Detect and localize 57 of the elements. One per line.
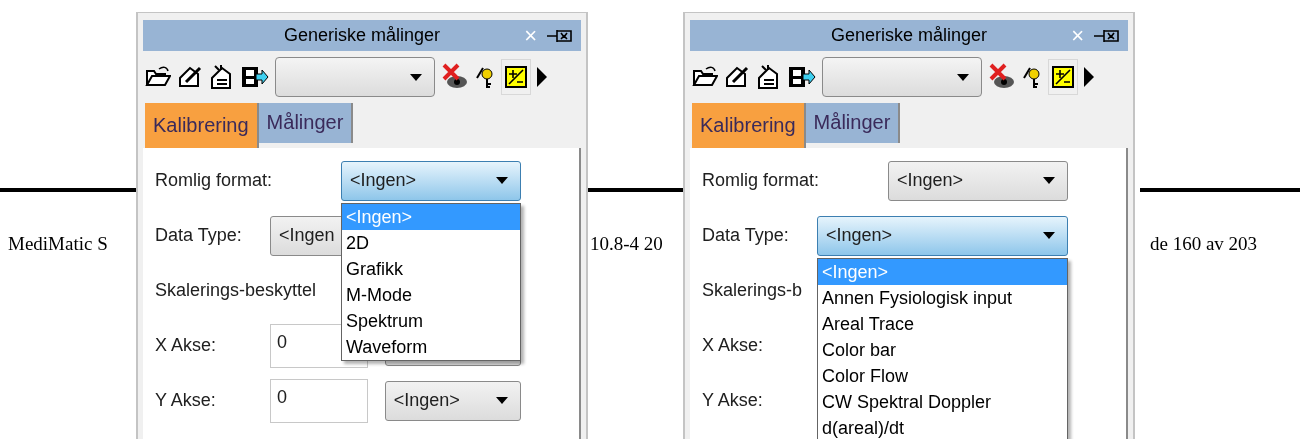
dropdown-field[interactable]: <Ingen>: [817, 215, 1068, 256]
window-title: Generiske målinger: [830, 24, 988, 47]
eye-cross-icon[interactable]: [988, 63, 1016, 91]
tab[interactable]: Kalibrering: [145, 103, 259, 148]
folder-icon[interactable]: [692, 65, 718, 89]
field-label: Data Type:: [155, 224, 243, 247]
field-label: Skalerings-beskyttel: [155, 279, 317, 302]
plus-minus-icon: [505, 66, 527, 88]
caret-icon: [496, 397, 508, 404]
caret-icon: [1043, 232, 1055, 239]
arrow-right-icon[interactable]: [537, 67, 547, 87]
eye-cross-icon[interactable]: [441, 63, 469, 91]
tab[interactable]: Målinger: [805, 103, 901, 143]
toolbar-toggle[interactable]: [1048, 59, 1078, 95]
input-field[interactable]: 0: [270, 378, 368, 423]
dropdown-option[interactable]: Annen Fysiologisk input: [818, 284, 1067, 311]
dropdown-field[interactable]: <Ingen>: [888, 160, 1068, 201]
field-label: Romlig format:: [155, 169, 273, 192]
footer-text: de 160 av 203: [1150, 232, 1258, 256]
dropdown-option[interactable]: Grafikk: [342, 255, 520, 282]
pin-icon[interactable]: [547, 27, 573, 44]
dropdown-option[interactable]: Color bar: [818, 336, 1067, 363]
window-title: Generiske målinger: [283, 24, 441, 47]
field-label: Romlig format:: [702, 169, 820, 192]
caret-icon: [957, 73, 969, 81]
dropdown-option[interactable]: 2D: [342, 229, 520, 256]
dropdown-option[interactable]: M-Mode: [342, 281, 520, 308]
caret-icon: [1043, 177, 1055, 184]
field-label: X Akse:: [155, 334, 218, 357]
toolbar-dropdown[interactable]: [822, 57, 982, 97]
field-label: Skalerings-b: [702, 279, 803, 302]
toolbar-dropdown[interactable]: [275, 57, 435, 97]
document-pen-icon[interactable]: [177, 64, 203, 90]
caret-icon: [410, 73, 422, 81]
arrow-right-icon[interactable]: [1084, 67, 1094, 87]
export-icon[interactable]: [788, 65, 816, 89]
footer-text: 10.8-4 20: [590, 232, 663, 256]
field-label: Data Type:: [702, 224, 790, 247]
folder-icon[interactable]: [145, 65, 171, 89]
dropdown-option[interactable]: Color Flow: [818, 362, 1067, 389]
toolbar-toggle[interactable]: [501, 59, 531, 95]
pin-icon[interactable]: [1094, 27, 1120, 44]
footer-text: MediMatic S: [8, 232, 108, 256]
plus-minus-icon: [1052, 66, 1074, 88]
field-label: Y Akse:: [702, 389, 763, 412]
field-label: X Akse:: [702, 334, 764, 357]
caret-icon: [496, 177, 508, 184]
document-pen-icon[interactable]: [724, 64, 750, 90]
tab[interactable]: Kalibrering: [692, 103, 806, 148]
dropdown-option[interactable]: CW Spektral Doppler: [818, 388, 1067, 415]
dropdown-option[interactable]: Areal Trace: [818, 310, 1067, 337]
export-icon[interactable]: [241, 65, 269, 89]
dropdown-option[interactable]: d(areal)/dt: [818, 414, 1067, 439]
dropdown-field[interactable]: <Ingen>: [384, 380, 521, 421]
dropdown-field[interactable]: <Ingen>: [341, 160, 521, 201]
tab[interactable]: Målinger: [258, 103, 354, 143]
field-label: Y Akse:: [155, 389, 217, 412]
